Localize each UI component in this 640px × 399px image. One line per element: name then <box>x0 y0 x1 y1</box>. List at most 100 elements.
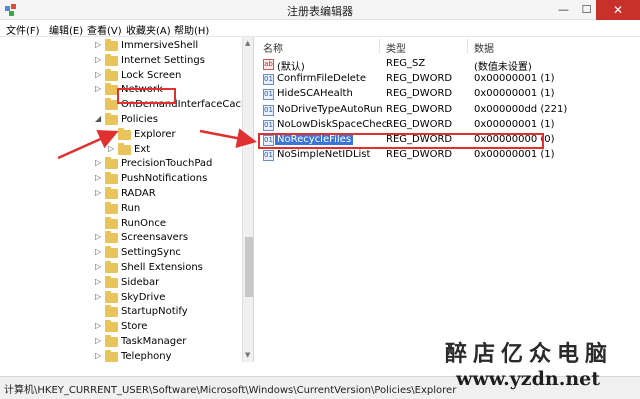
tree-item[interactable]: ▷ SkyDrive <box>0 290 242 306</box>
tree-item[interactable]: ▷ RADAR <box>0 187 242 202</box>
menu-view[interactable]: 查看(V) <box>87 22 122 37</box>
value-row[interactable]: 01 HideSCAHealth REG_DWORD 0x00000001 (1) <box>256 87 640 102</box>
close-button[interactable]: ✕ <box>596 0 640 20</box>
tree-item-label: RunOnce <box>121 217 167 229</box>
scroll-down-icon[interactable]: ▼ <box>245 351 250 359</box>
tree-item[interactable]: ▷ Lock Screen <box>0 68 242 84</box>
scroll-up-icon[interactable]: ▲ <box>245 39 250 47</box>
tree-item-label: SkyDrive <box>121 291 166 303</box>
expand-arrow-icon[interactable]: ▷ <box>95 232 103 241</box>
annotation-box-norecyclefiles <box>258 133 544 149</box>
column-separator[interactable] <box>379 39 380 53</box>
tree-item-label: Policies <box>121 114 158 125</box>
value-row[interactable]: 01 NoSimpleNetIDList REG_DWORD 0x00000001 (… <box>256 148 640 163</box>
values-list[interactable]: 名称 类型 数据 ab (默认) REG_SZ (数值未设置) 01 ConfirmFil… <box>256 37 640 362</box>
tree-item[interactable]: StartupNotify <box>0 305 242 320</box>
tree-item-label: Internet Settings <box>121 54 205 66</box>
value-row[interactable]: 01 NoLowDiskSpaceChec... REG_DWORD 0x000000… <box>256 118 640 133</box>
value-name: NoSimpleNetIDList <box>277 149 371 161</box>
value-name: NoDriveTypeAutoRun <box>277 103 383 115</box>
expand-arrow-icon[interactable]: ▷ <box>95 188 103 197</box>
tree-item-label: Telephony <box>121 350 172 362</box>
watermark-url: www.yzdn.net <box>456 368 600 390</box>
expand-arrow-icon[interactable]: ▷ <box>95 277 103 286</box>
tree-scrollbar[interactable]: ▲ ▼ <box>242 37 253 362</box>
tree-item[interactable]: ▷ Telephony <box>0 349 242 362</box>
value-row[interactable]: 01 ConfirmFileDelete REG_DWORD 0x00000001 (… <box>256 72 640 87</box>
tree-item-label: Store <box>121 321 148 333</box>
expand-arrow-icon[interactable]: ▷ <box>95 158 103 167</box>
expand-arrow-icon[interactable]: ▷ <box>95 84 103 93</box>
annotation-box-explorer <box>117 88 176 104</box>
tree-item[interactable]: ▷ Shell Extensions <box>0 261 242 276</box>
expand-arrow-icon[interactable]: ▷ <box>95 55 103 64</box>
menu-file[interactable]: 文件(F) <box>6 22 40 37</box>
menu-bar: 文件(F) 编辑(E) 查看(V) 收藏夹(A) 帮助(H) <box>0 20 640 37</box>
expand-arrow-icon[interactable]: ▷ <box>95 40 103 49</box>
expand-arrow-icon[interactable]: ▷ <box>95 247 103 256</box>
expand-arrow-icon[interactable]: ▷ <box>95 70 103 79</box>
dword-value-icon: 01 <box>263 119 274 131</box>
tree-item[interactable]: ▷ ImmersiveShell <box>0 39 242 54</box>
expand-arrow-icon[interactable]: ▷ <box>95 262 103 271</box>
value-type: REG_SZ <box>386 58 426 69</box>
folder-icon <box>105 53 118 66</box>
column-header-data[interactable]: 数据 <box>474 40 494 55</box>
folder-icon <box>105 187 118 199</box>
value-row[interactable]: 01 NoDriveTypeAutoRun REG_DWORD 0x000000dd … <box>256 103 640 118</box>
tree-item[interactable]: ▷ TaskManager <box>0 335 242 350</box>
expand-arrow-icon[interactable]: ▷ <box>95 351 103 360</box>
tree-item[interactable]: ▷ Sidebar <box>0 275 242 291</box>
dword-value-icon: 01 <box>263 150 274 162</box>
tree-item[interactable]: ▷ Internet Settings <box>0 53 242 69</box>
registry-tree[interactable]: ▷ ImmersiveShell ▷ Internet Settings ▷ Lock S… <box>0 37 254 362</box>
value-name: HideSCAHealth <box>277 88 353 100</box>
folder-icon <box>118 142 131 155</box>
tree-item-label: TaskManager <box>121 336 187 347</box>
expand-arrow-icon[interactable]: ▷ <box>108 144 116 153</box>
value-type: REG_DWORD <box>386 118 453 130</box>
window-title: 注册表编辑器 <box>287 5 353 18</box>
folder-icon <box>105 246 118 259</box>
tree-item[interactable]: Explorer <box>0 127 242 143</box>
tree-item[interactable]: RunOnce <box>0 216 242 232</box>
tree-item[interactable]: ◢ Policies <box>0 113 242 128</box>
expand-arrow-icon[interactable]: ▷ <box>95 336 103 345</box>
value-row[interactable]: ab (默认) REG_SZ (数值未设置) <box>256 57 640 73</box>
folder-icon <box>105 335 118 347</box>
value-name: (默认) <box>277 62 305 73</box>
expand-arrow-icon[interactable]: ▷ <box>95 292 103 301</box>
folder-icon <box>105 275 118 288</box>
value-data: 0x000000dd (221) <box>474 103 568 115</box>
expand-arrow-icon[interactable]: ▷ <box>95 321 103 330</box>
value-data: 0x00000001 (1) <box>474 88 555 100</box>
column-header-type[interactable]: 类型 <box>386 40 406 55</box>
value-type: REG_DWORD <box>386 103 453 115</box>
tree-item[interactable]: ▷ Ext <box>0 142 242 158</box>
folder-icon <box>105 261 118 273</box>
column-header-name[interactable]: 名称 <box>263 40 283 55</box>
menu-favorites[interactable]: 收藏夹(A) <box>126 22 171 37</box>
tree-item[interactable]: ▷ Store <box>0 320 242 335</box>
tree-item[interactable]: Run <box>0 201 242 217</box>
tree-item-label: Ext <box>134 143 151 155</box>
folder-icon <box>105 231 118 244</box>
tree-item[interactable]: ▷ PrecisionTouchPad <box>0 157 242 172</box>
tree-item[interactable]: ▷ PushNotifications <box>0 172 242 187</box>
folder-icon <box>118 127 131 140</box>
folder-icon <box>105 39 118 51</box>
expand-arrow-icon[interactable]: ▷ <box>95 173 103 182</box>
collapse-arrow-icon[interactable]: ◢ <box>95 114 103 123</box>
value-name: NoLowDiskSpaceChec... <box>277 118 397 130</box>
column-separator[interactable] <box>467 39 468 53</box>
menu-help[interactable]: 帮助(H) <box>174 22 209 37</box>
scroll-thumb[interactable] <box>245 237 253 297</box>
value-type: REG_DWORD <box>386 73 453 85</box>
folder-icon <box>105 157 118 170</box>
tree-item[interactable]: ▷ SettingSync <box>0 246 242 261</box>
folder-icon <box>105 113 118 125</box>
tree-item[interactable]: ▷ Screensavers <box>0 231 242 246</box>
menu-edit[interactable]: 编辑(E) <box>49 22 83 37</box>
watermark-text: 醉店亿众电脑 <box>445 341 614 367</box>
folder-icon <box>105 305 118 318</box>
